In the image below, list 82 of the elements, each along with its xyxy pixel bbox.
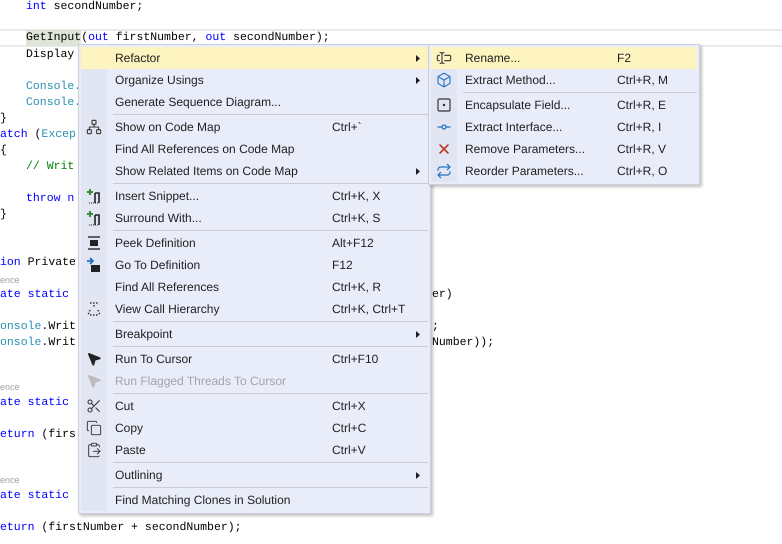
menu-item[interactable]: Insert Snippet... Ctrl+K, X	[81, 185, 428, 207]
code-token: }	[0, 111, 7, 127]
menu-item[interactable]: Encapsulate Field... Ctrl+R, E	[431, 94, 697, 116]
code-token: ate static	[0, 395, 70, 411]
code-token: GetInput	[26, 30, 82, 46]
code-token: (firstNumber + secondNumber);	[40, 520, 242, 536]
menu-item[interactable]: Peek Definition Alt+F12	[81, 232, 428, 254]
menu-item[interactable]: Copy Ctrl+C	[81, 417, 428, 439]
menu-item[interactable]: Go To Definition F12	[81, 254, 428, 276]
submenu-arrow-icon	[416, 168, 420, 174]
copy-icon	[86, 420, 102, 436]
menu-item[interactable]: Remove Parameters... Ctrl+R, V	[431, 138, 697, 160]
code-comment: // Writ	[26, 159, 74, 175]
menu-item[interactable]: Rename... F2	[431, 47, 697, 69]
menu-item[interactable]: Surround With... Ctrl+K, S	[81, 207, 428, 229]
reference-count: ence	[0, 274, 20, 286]
snippet-icon	[86, 210, 102, 226]
reference-count: ence	[0, 474, 20, 486]
code-token: Private	[26, 255, 76, 271]
rename-icon	[436, 50, 452, 66]
code-token: secondNumber;	[52, 0, 144, 15]
code-token: Number));	[432, 335, 494, 351]
scissors-icon	[86, 398, 102, 414]
menu-item[interactable]: Refactor	[81, 47, 428, 69]
code-token: (firs	[40, 427, 76, 443]
code-token: (	[34, 127, 42, 143]
pointer-icon	[86, 351, 102, 367]
code-token: secondNumber);	[232, 30, 330, 46]
menu-item[interactable]: Find All References Ctrl+K, R	[81, 276, 428, 298]
code-token: ion	[0, 255, 21, 271]
submenu-arrow-icon	[416, 330, 420, 338]
code-token: onsole	[0, 335, 42, 351]
menu-item[interactable]: Show on Code Map Ctrl+`	[81, 116, 428, 138]
code-token: ;	[432, 319, 439, 335]
code-token: int	[26, 0, 47, 15]
code-token: firstNumber,	[114, 30, 200, 46]
code-token: Excep	[41, 127, 76, 143]
submenu-arrow-icon	[416, 54, 420, 62]
network-icon	[86, 119, 102, 135]
code-token: Display	[26, 47, 74, 63]
code-token: er)	[432, 287, 453, 303]
menu-item[interactable]: Reorder Parameters... Ctrl+R, O	[431, 160, 697, 182]
pointer-icon	[86, 373, 102, 389]
code-token: (	[81, 30, 88, 46]
menu-item[interactable]: Run To Cursor Ctrl+F10	[81, 348, 428, 370]
code-token: ate static	[0, 488, 70, 504]
code-token: }	[0, 207, 7, 223]
code-token: atch	[0, 127, 28, 143]
reference-count: ence	[0, 380, 20, 394]
code-token: onsole	[0, 319, 42, 335]
menu-item[interactable]: View Call Hierarchy Ctrl+K, Ctrl+T	[81, 298, 428, 320]
menu-item[interactable]: Paste Ctrl+V	[81, 439, 428, 461]
code-token: .Writ	[41, 335, 76, 351]
code-token: throw n	[26, 191, 74, 207]
snippet-icon	[86, 188, 102, 204]
menu-item[interactable]: Extract Interface... Ctrl+R, I	[431, 116, 697, 138]
menu-item[interactable]: Show Related Items on Code Map	[81, 160, 428, 182]
clipboard-icon	[86, 442, 102, 458]
menu-item[interactable]: Generate Sequence Diagram...	[81, 91, 428, 113]
menu-item[interactable]: Outlining	[81, 464, 428, 486]
code-token: Console.	[26, 95, 82, 111]
submenu-arrow-icon	[416, 76, 420, 84]
submenu-arrow-icon	[416, 472, 420, 478]
code-token: {	[0, 143, 7, 159]
peek-icon	[86, 235, 102, 251]
cube-icon	[436, 72, 452, 88]
code-token: eturn	[0, 427, 35, 443]
swap-arrows-icon	[436, 163, 452, 179]
code-token: out	[88, 30, 109, 46]
menu-item[interactable]: Cut Ctrl+X	[81, 395, 428, 417]
code-token: .Writ	[41, 319, 76, 335]
menu-item[interactable]: Organize Usings	[81, 69, 428, 91]
menu-item[interactable]: Extract Method... Ctrl+R, M	[431, 69, 697, 91]
code-token: Console.	[26, 79, 82, 95]
hierarchy-icon	[86, 301, 102, 317]
arrow-block-icon	[86, 257, 102, 273]
code-token: out	[205, 30, 226, 46]
menu-item[interactable]: Find Matching Clones in Solution	[81, 489, 428, 511]
code-token: ate static	[0, 287, 70, 303]
menu-item[interactable]: Find All References on Code Map	[81, 138, 428, 160]
code-token: eturn	[0, 520, 35, 536]
menu-item[interactable]: Breakpoint	[81, 323, 428, 345]
